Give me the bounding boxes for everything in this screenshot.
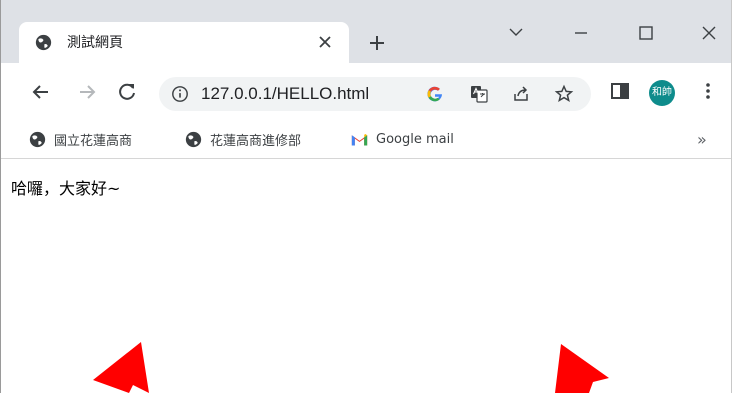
translate-icon[interactable]: [469, 84, 489, 104]
bookmark-item[interactable]: 花蓮高商進修部: [185, 128, 301, 150]
globe-icon: [35, 34, 52, 51]
minimize-icon[interactable]: [566, 18, 596, 48]
close-icon[interactable]: [315, 32, 335, 52]
globe-icon: [185, 131, 202, 147]
globe-icon: [29, 131, 46, 147]
bookmark-item[interactable]: 國立花蓮高商: [29, 128, 132, 150]
chevron-down-icon[interactable]: [501, 18, 531, 48]
bookmarks-bar: 國立花蓮高商 花蓮高商進修部 Google mail »: [1, 121, 731, 159]
sidepanel-icon[interactable]: [609, 80, 631, 102]
close-icon[interactable]: [694, 18, 724, 48]
back-icon[interactable]: [29, 80, 53, 104]
reload-icon[interactable]: [115, 80, 139, 104]
tab-active[interactable]: 測試網頁: [19, 22, 349, 63]
bookmark-label: 國立花蓮高商: [54, 133, 133, 149]
browser-window: 測試網頁 127.0.0.1/HELLO.html 和帥 國立花蓮高商 花蓮高商…: [0, 0, 732, 393]
address-bar[interactable]: 127.0.0.1/HELLO.html: [159, 77, 591, 111]
bookmark-label: Google mail: [376, 131, 454, 147]
more-bookmarks-chevron[interactable]: »: [697, 130, 707, 149]
arrow-annotation-icon: [93, 342, 149, 393]
maximize-icon[interactable]: [631, 18, 661, 48]
url-text[interactable]: 127.0.0.1/HELLO.html: [201, 83, 369, 105]
bookmark-label: 花蓮高商進修部: [210, 133, 302, 149]
plus-icon[interactable]: [365, 31, 389, 55]
tab-strip: 測試網頁: [1, 0, 731, 63]
info-icon[interactable]: [171, 85, 189, 103]
menu-icon[interactable]: [697, 80, 719, 102]
avatar[interactable]: 和帥: [649, 80, 675, 106]
google-icon[interactable]: [425, 84, 445, 104]
star-icon[interactable]: [554, 84, 574, 104]
greeting-text: 哈囉，大家好~: [11, 179, 121, 198]
gmail-icon: [351, 133, 368, 145]
bookmark-item[interactable]: Google mail: [351, 128, 454, 150]
tab-title: 測試網頁: [67, 35, 123, 51]
arrow-annotation-icon: [555, 344, 609, 393]
share-icon[interactable]: [511, 84, 531, 104]
forward-icon[interactable]: [75, 80, 99, 104]
toolbar: 127.0.0.1/HELLO.html 和帥: [1, 63, 731, 121]
